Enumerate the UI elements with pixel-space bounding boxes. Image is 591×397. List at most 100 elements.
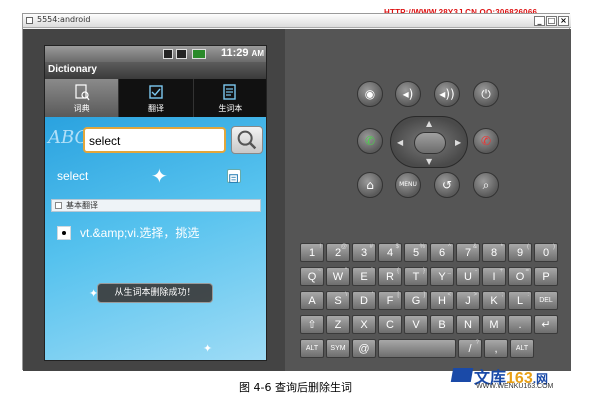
key-del[interactable]: DEL	[534, 291, 558, 310]
key-alt-label: $	[395, 244, 399, 250]
camera-button[interactable]: ◉	[357, 81, 383, 107]
menu-button[interactable]: MENU	[395, 172, 421, 198]
maximize-button[interactable]: □	[546, 16, 557, 26]
key-p[interactable]: P	[534, 267, 558, 286]
key-symbol[interactable]: @	[352, 339, 376, 358]
key-v[interactable]: V	[404, 315, 428, 334]
key-space[interactable]	[378, 339, 456, 358]
key-symbol[interactable]: /?	[458, 339, 482, 358]
key-r[interactable]: R{	[378, 267, 402, 286]
key-j[interactable]: J >	[456, 291, 480, 310]
dpad-right-icon: ▶	[455, 138, 462, 147]
key-alt-label: )	[553, 244, 555, 250]
key-i[interactable]: I +	[482, 267, 506, 286]
key-s[interactable]: S \	[326, 291, 350, 310]
key-l[interactable]: L:	[508, 291, 532, 310]
key-m[interactable]: M	[482, 315, 506, 334]
key-5[interactable]: 5%	[404, 243, 428, 262]
tab-dictionary[interactable]: 词典	[45, 79, 120, 117]
key-alt[interactable]: ALT	[510, 339, 534, 358]
call-icon: ✆	[364, 134, 376, 148]
dpad-left-icon: ◀	[397, 138, 404, 147]
tab-translate-label: 翻译	[147, 104, 164, 113]
window-app-icon	[26, 17, 33, 24]
key-h[interactable]: H <	[430, 291, 454, 310]
window-title: 5554:android	[37, 15, 91, 24]
key-7[interactable]: 7 &	[456, 243, 480, 262]
key-z[interactable]: Z	[326, 315, 350, 334]
key-o[interactable]: O =	[508, 267, 532, 286]
search-hw-button[interactable]: ⌕	[473, 172, 499, 198]
key-y[interactable]: Y _	[430, 267, 454, 286]
key-symbol[interactable]: ,	[484, 339, 508, 358]
key-d[interactable]: D '	[352, 291, 376, 310]
dpad[interactable]: ▲ ▼ ◀ ▶	[390, 116, 468, 168]
dpad-center-button[interactable]	[414, 132, 446, 154]
search-button[interactable]	[231, 126, 263, 154]
volume-up-button[interactable]: ◂))	[434, 81, 460, 107]
key-0[interactable]: 0)	[534, 243, 558, 262]
key-w[interactable]: W "	[326, 267, 350, 286]
key-symbol[interactable]: .	[508, 315, 532, 334]
key-k[interactable]: K;	[482, 291, 506, 310]
home-button[interactable]: ⌂	[357, 172, 383, 198]
edit-icon	[229, 174, 238, 183]
key-f[interactable]: F[	[378, 291, 402, 310]
back-button[interactable]: ↺	[434, 172, 460, 198]
basic-translation-header[interactable]: 基本翻译	[51, 199, 261, 212]
key-sym[interactable]: SYM	[326, 339, 350, 358]
menu-label: MENU	[399, 181, 417, 188]
key-e[interactable]: E `	[352, 267, 376, 286]
search-input[interactable]	[89, 133, 219, 149]
search-field[interactable]	[83, 127, 226, 153]
power-button[interactable]: ⏻	[473, 81, 499, 107]
key-alt-label: ^	[448, 244, 451, 250]
volume-down-button[interactable]: ◂)	[395, 81, 421, 107]
sparkle-decoration: ✦	[203, 342, 213, 355]
minimize-button[interactable]: _	[534, 16, 545, 26]
key-alt-label: ;	[501, 292, 503, 298]
tab-translate[interactable]: 翻译	[119, 79, 194, 117]
key-alt-label: }	[422, 268, 425, 274]
key-u[interactable]: U-	[456, 267, 480, 286]
call-button[interactable]: ✆	[357, 128, 383, 154]
key-alt-label: ~	[317, 268, 321, 274]
definition-text: vt.&amp;vi.选择，挑选	[80, 226, 200, 240]
section-title: 基本翻译	[66, 201, 98, 210]
wordbook-toggle-button[interactable]	[227, 169, 241, 183]
key-t[interactable]: T}	[404, 267, 428, 286]
key-6[interactable]: 6 ^	[430, 243, 454, 262]
key-alt-label: _	[447, 268, 451, 274]
key-alt-label: #	[369, 244, 373, 250]
end-call-icon: ✆	[480, 134, 492, 148]
camera-icon: ◉	[364, 87, 376, 101]
key-c[interactable]: C	[378, 315, 402, 334]
result-word: select	[57, 169, 89, 183]
key-a[interactable]: A	[300, 291, 324, 310]
key-x[interactable]: X	[352, 315, 376, 334]
end-call-button[interactable]: ✆	[473, 128, 499, 154]
window-titlebar: 5554:android _ □ ×	[23, 14, 571, 28]
close-button[interactable]: ×	[558, 16, 569, 26]
key-q[interactable]: Q ~	[300, 267, 324, 286]
key-b[interactable]: B	[430, 315, 454, 334]
key-4[interactable]: 4 $	[378, 243, 402, 262]
translate-icon	[149, 85, 163, 99]
collapse-icon	[55, 202, 62, 209]
key-9[interactable]: 9(	[508, 243, 532, 262]
key-alt-label: +	[499, 268, 503, 274]
watermark-logo: 文库163.网 WWW.WENKU163.COM	[450, 364, 584, 394]
key-symbol[interactable]: ↵	[534, 315, 558, 334]
key-2[interactable]: 2 @	[326, 243, 350, 262]
dictionary-content: ABC select ✦ 基本翻译	[45, 117, 266, 360]
tab-wordbook[interactable]: 生词本	[194, 79, 266, 117]
key-n[interactable]: N	[456, 315, 480, 334]
key-alt-label: %	[419, 244, 425, 250]
key-alt[interactable]: ALT	[300, 339, 324, 358]
key-symbol[interactable]: ⇧	[300, 315, 324, 334]
key-g[interactable]: G]	[404, 291, 428, 310]
key-8[interactable]: 8 *	[482, 243, 506, 262]
app-title-bar: Dictionary	[45, 62, 266, 79]
key-1[interactable]: 1!	[300, 243, 324, 262]
key-3[interactable]: 3 #	[352, 243, 376, 262]
